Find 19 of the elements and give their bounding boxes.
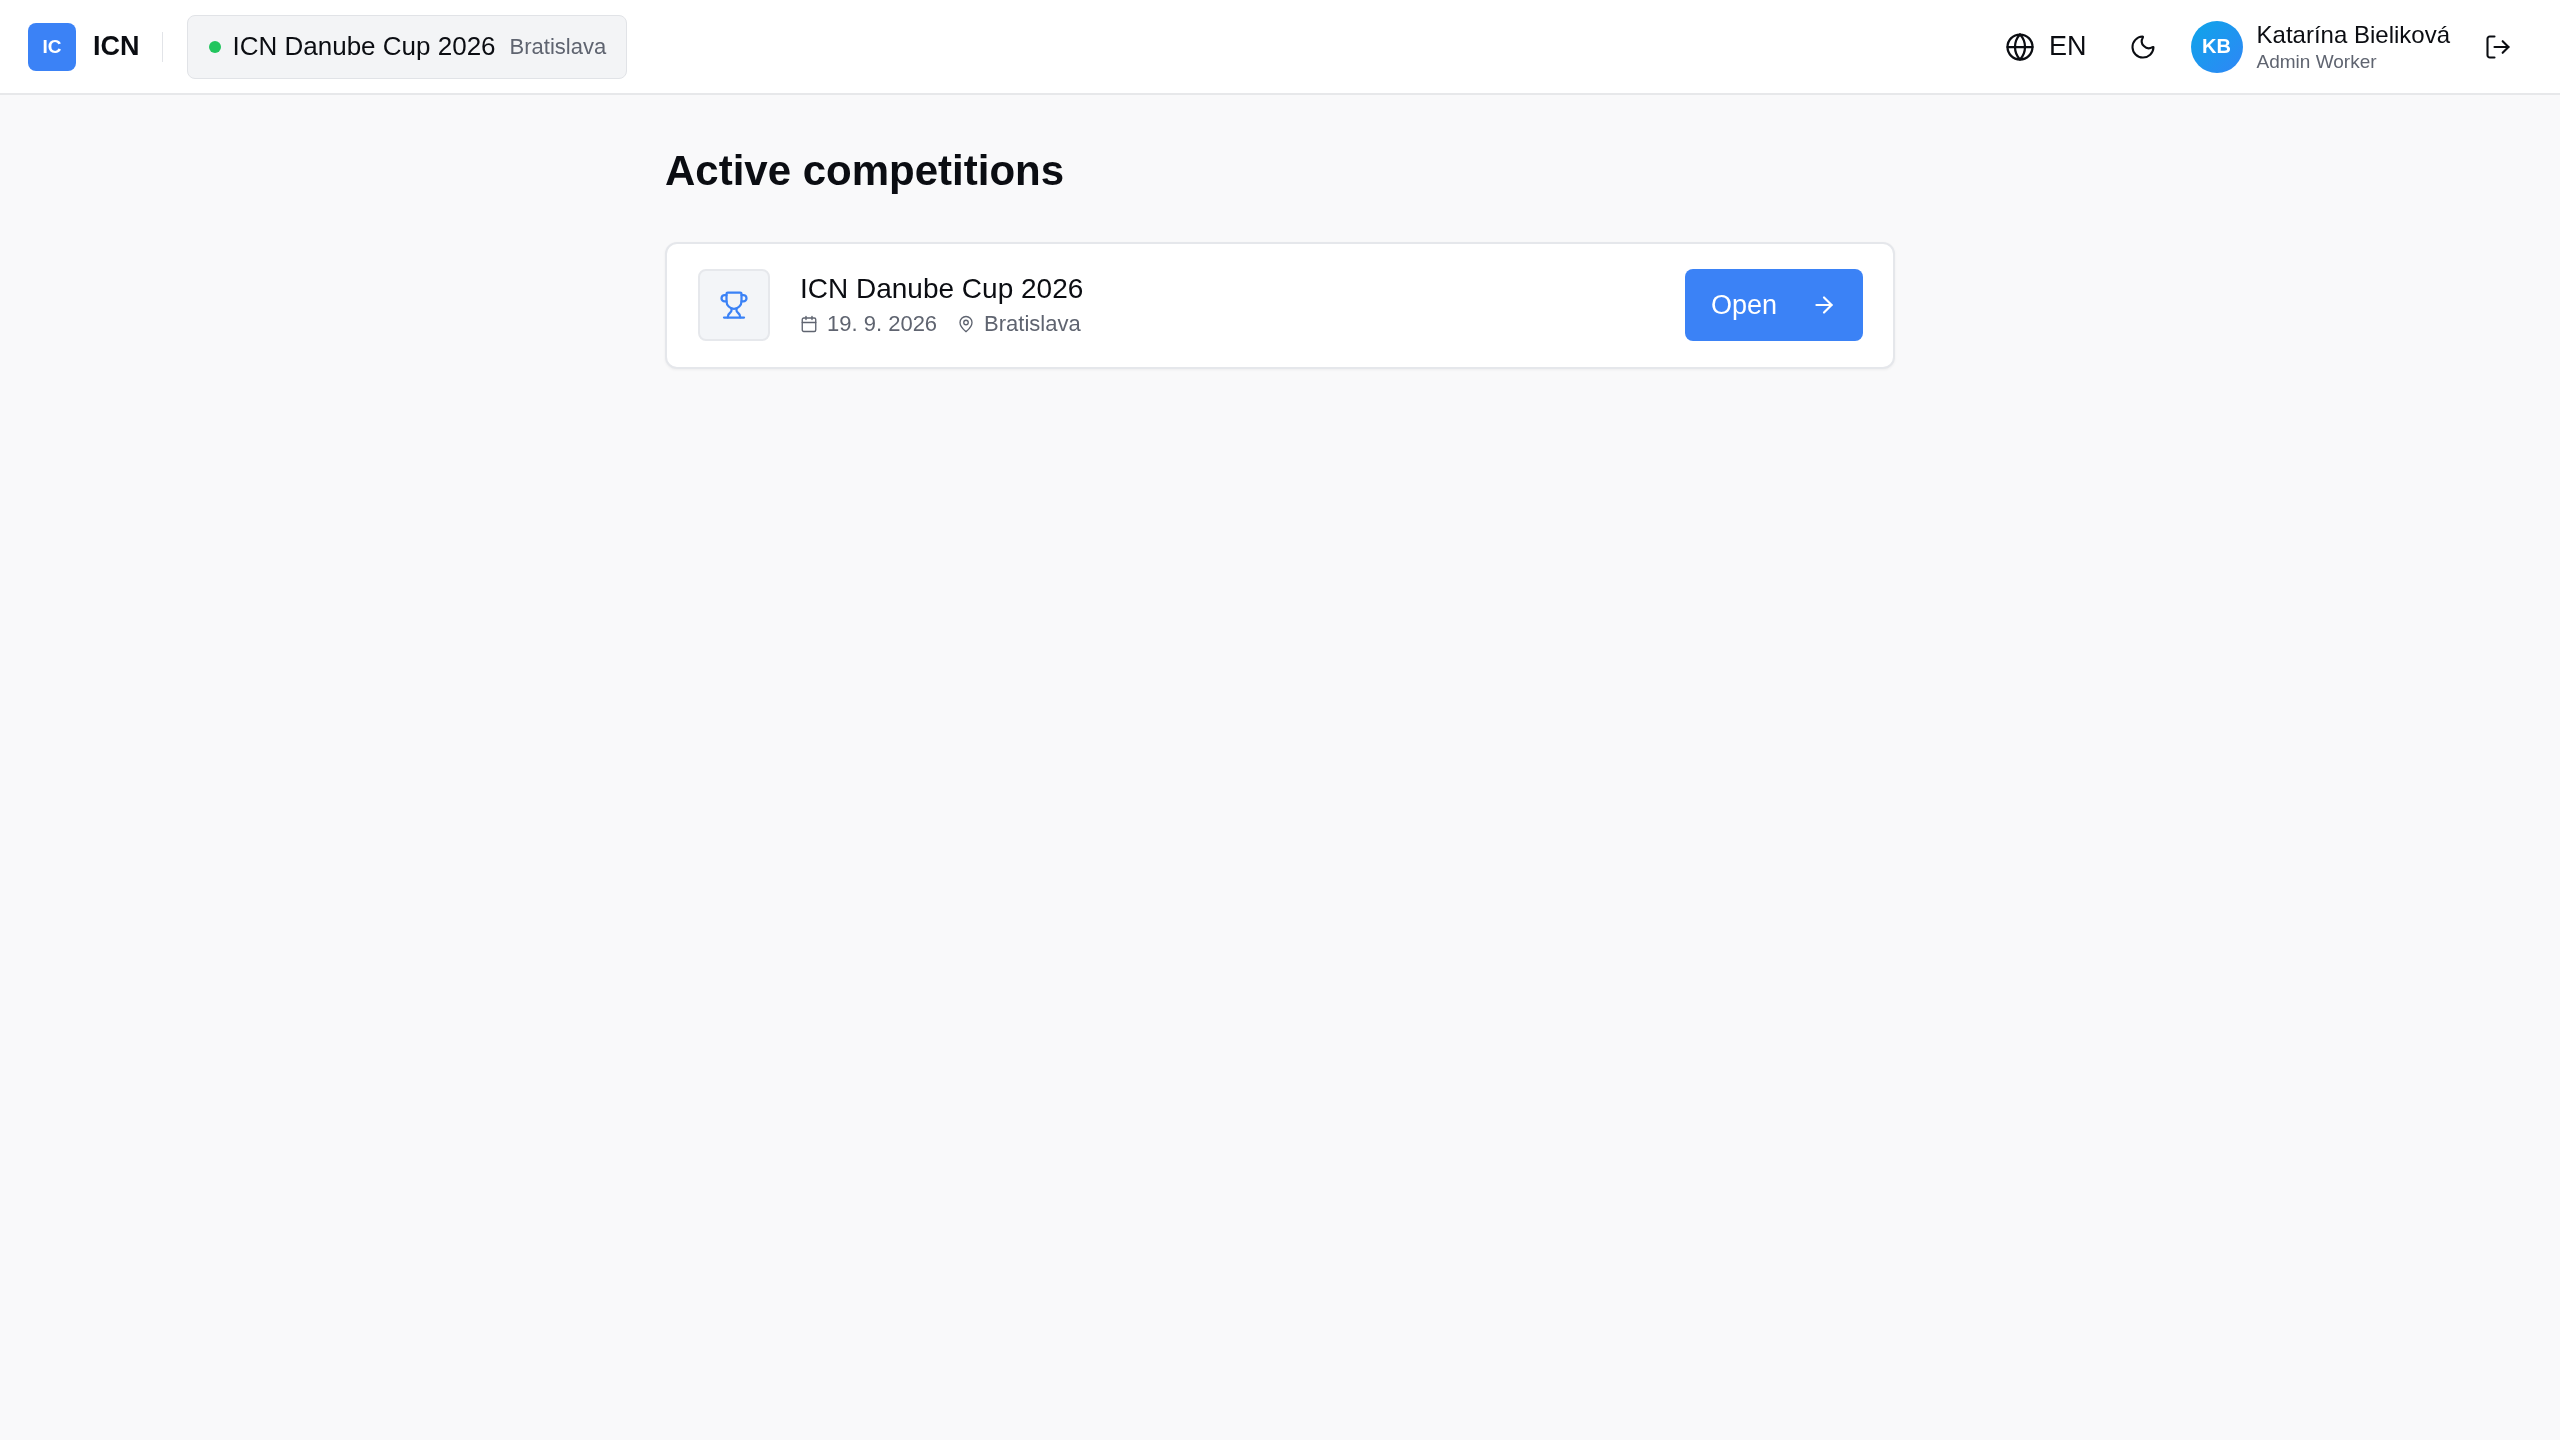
competition-name: ICN Danube Cup 2026 xyxy=(800,273,1084,305)
page-title: Active competitions xyxy=(665,146,1065,196)
logo-mark: IC xyxy=(28,22,76,71)
user-name: Katarína Bieliková xyxy=(2256,20,2450,49)
language-button[interactable]: EN xyxy=(1997,23,2095,70)
logout-icon xyxy=(2484,32,2512,61)
user-avatar: KB xyxy=(2190,20,2243,73)
trophy-icon xyxy=(698,269,770,341)
open-button[interactable]: Open xyxy=(1685,269,1863,341)
current-competition-name: ICN Danube Cup 2026 xyxy=(232,31,496,62)
competition-location: Bratislava xyxy=(984,311,1081,337)
app-name: ICN xyxy=(93,31,140,62)
globe-icon xyxy=(2005,31,2036,62)
calendar-icon xyxy=(800,315,818,333)
competition-date: 19. 9. 2026 xyxy=(827,311,938,337)
map-pin-icon xyxy=(957,315,976,333)
user-role: Admin Worker xyxy=(2256,50,2378,73)
moon-icon xyxy=(2128,32,2157,61)
current-competition-city: Bratislava xyxy=(509,33,607,60)
